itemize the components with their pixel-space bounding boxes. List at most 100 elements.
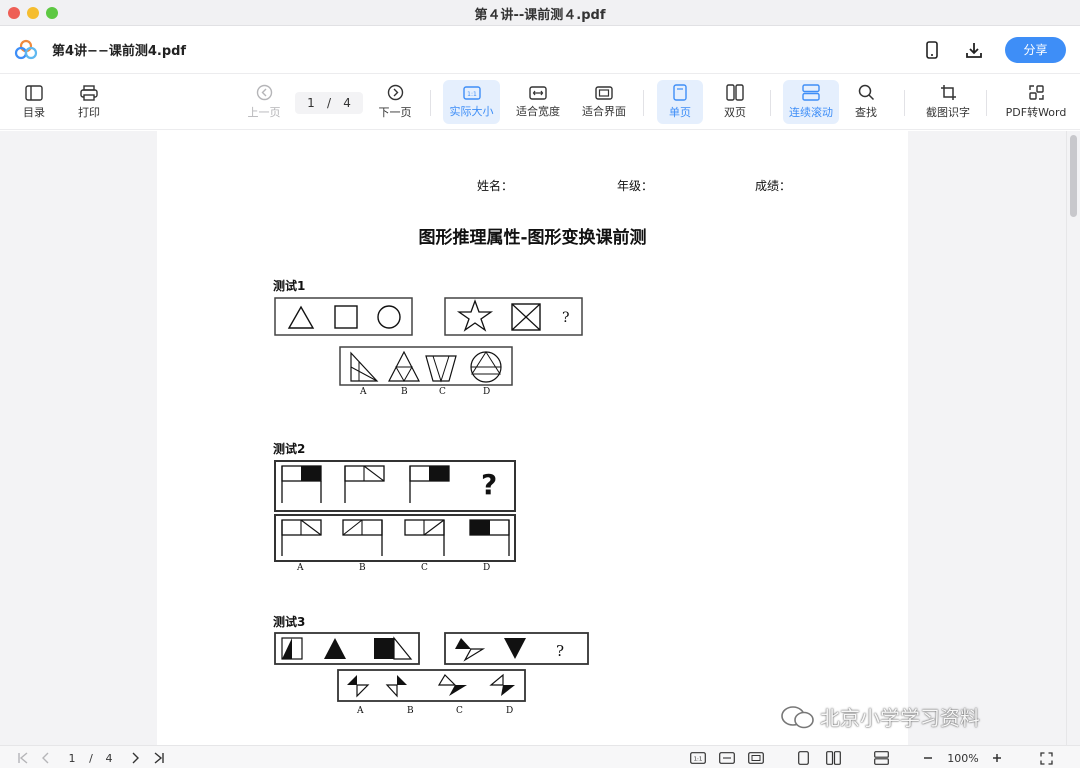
fit-width-label: 适合宽度 (516, 104, 560, 118)
search-icon (858, 84, 874, 101)
chevron-left-circle-icon (256, 84, 272, 101)
page-number-input[interactable]: 1 / 4 (295, 92, 363, 114)
fit-page-label: 适合界面 (582, 104, 626, 118)
first-page-icon[interactable] (14, 750, 32, 766)
toc-label: 目录 (23, 105, 45, 119)
actual-size-label: 实际大小 (449, 104, 494, 118)
mobile-view-icon[interactable] (921, 39, 943, 61)
toolbar-divider (430, 90, 431, 116)
prev-page-icon[interactable] (38, 750, 54, 766)
continuous-scroll-status-icon[interactable] (872, 750, 890, 766)
status-page-separator: / (89, 751, 93, 765)
page-total: 4 (343, 96, 351, 110)
document-title: 图形推理属性-图形变换课前测 (418, 228, 647, 248)
q3-option-a: A (357, 706, 364, 716)
pdf-to-word-label: PDF转Word (1005, 106, 1067, 119)
q3-option-b: B (407, 706, 414, 716)
status-page-total: 4 (105, 751, 113, 765)
find-button[interactable]: 查找 (847, 80, 885, 124)
double-page-label: 双页 (724, 106, 746, 119)
question-1-question-mark: ? (562, 310, 570, 326)
continuous-scroll-icon (802, 84, 820, 101)
fit-page-status-icon[interactable] (746, 750, 766, 766)
question-2-figure: ? (274, 460, 516, 562)
zoom-out-icon[interactable] (920, 750, 936, 766)
window-title: 第４讲--课前测４.pdf (474, 8, 606, 23)
double-page-status-icon[interactable] (824, 750, 842, 766)
continuous-scroll-button[interactable]: 连续滚动 (783, 80, 839, 124)
next-page-icon[interactable] (127, 750, 143, 766)
wechat-icon (781, 705, 814, 728)
continuous-scroll-label: 连续滚动 (789, 106, 833, 119)
zoom-level[interactable]: 100% (944, 750, 982, 766)
zoom-in-icon[interactable] (989, 750, 1005, 766)
watermark: 北京小学学习资料 (780, 702, 980, 731)
status-bar: 1 / 4 1:1 100% (0, 745, 1080, 768)
q2-option-c: C (421, 563, 428, 573)
pdf-page: 姓名： 年级： 成绩： 图形推理属性-图形变换课前测 测试1 ? A B C D… (157, 131, 908, 745)
name-field-label: 姓名： (477, 179, 514, 193)
watermark-text: 北京小学学习资料 (820, 706, 980, 730)
double-page-icon (726, 84, 744, 101)
ocr-button[interactable]: 截图识字 (920, 80, 976, 124)
svg-text:1:1: 1:1 (467, 91, 477, 98)
app-logo-icon (14, 39, 38, 59)
crop-icon (940, 85, 956, 100)
print-label: 打印 (78, 105, 100, 119)
fullscreen-icon[interactable] (1037, 750, 1055, 766)
fit-page-icon (595, 85, 613, 100)
grade-field-label: 年级： (617, 179, 654, 193)
document-viewport[interactable]: 姓名： 年级： 成绩： 图形推理属性-图形变换课前测 测试1 ? A B C D… (0, 131, 1080, 745)
document-name: 第4讲−−课前测4.pdf (52, 44, 187, 59)
question-3-question-mark: ? (556, 642, 564, 660)
next-page-label: 下一页 (378, 106, 412, 119)
toc-button[interactable]: 目录 (14, 80, 54, 124)
next-page-button[interactable]: 下一页 (374, 80, 416, 124)
app-header: 第4讲−−课前测4.pdf 分享 (0, 26, 1080, 74)
single-page-status-icon[interactable] (795, 750, 811, 766)
prev-page-label: 上一页 (247, 106, 281, 119)
question-1-figure: ? (274, 297, 583, 386)
last-page-icon[interactable] (150, 750, 168, 766)
score-field-label: 成绩： (755, 179, 792, 193)
download-icon[interactable] (963, 39, 985, 61)
fit-width-button[interactable]: 适合宽度 (512, 80, 564, 124)
chevron-right-circle-icon (387, 84, 403, 101)
fit-page-button[interactable]: 适合界面 (578, 80, 630, 124)
find-label: 查找 (855, 106, 877, 119)
q2-option-d: D (483, 563, 491, 573)
ocr-label: 截图识字 (926, 106, 970, 119)
q3-option-d: D (506, 706, 514, 716)
q1-option-b: B (401, 387, 408, 397)
question-1-label: 测试1 (273, 279, 306, 293)
prev-page-button[interactable]: 上一页 (243, 80, 285, 124)
print-button[interactable]: 打印 (69, 80, 109, 124)
toolbar-divider (770, 90, 771, 116)
q1-option-a: A (360, 387, 367, 397)
single-page-label: 单页 (669, 106, 691, 119)
q3-option-c: C (456, 706, 463, 716)
share-button[interactable]: 分享 (1005, 36, 1066, 63)
convert-icon (1028, 85, 1044, 100)
toc-icon (25, 84, 43, 101)
question-2-label: 测试2 (273, 442, 306, 456)
page-current: 1 (307, 96, 315, 110)
fit-width-status-icon[interactable] (717, 750, 737, 766)
question-2-question-mark: ? (481, 468, 497, 501)
toolbar: 目录 打印 上一页 1 / 4 下一页 1:1 实际大小 适合宽度 适合界面 单… (0, 74, 1080, 130)
fit-width-icon (529, 85, 547, 100)
status-page-current: 1 (68, 751, 76, 765)
actual-size-status-icon[interactable]: 1:1 (688, 750, 708, 766)
vertical-scrollbar[interactable] (1066, 131, 1080, 745)
window-titlebar: 第４讲--课前测４.pdf (0, 0, 1080, 26)
one-to-one-label: 1:1 (694, 757, 703, 763)
q1-option-c: C (439, 387, 446, 397)
pdf-to-word-button[interactable]: PDF转Word (1000, 80, 1072, 124)
double-page-button[interactable]: 双页 (713, 80, 757, 124)
scrollbar-thumb[interactable] (1070, 135, 1077, 217)
page-separator: / (326, 96, 332, 110)
actual-size-button[interactable]: 1:1 实际大小 (443, 80, 500, 124)
question-3-figure: ? (274, 632, 589, 702)
q1-option-d: D (483, 387, 491, 397)
single-page-button[interactable]: 单页 (657, 80, 703, 124)
